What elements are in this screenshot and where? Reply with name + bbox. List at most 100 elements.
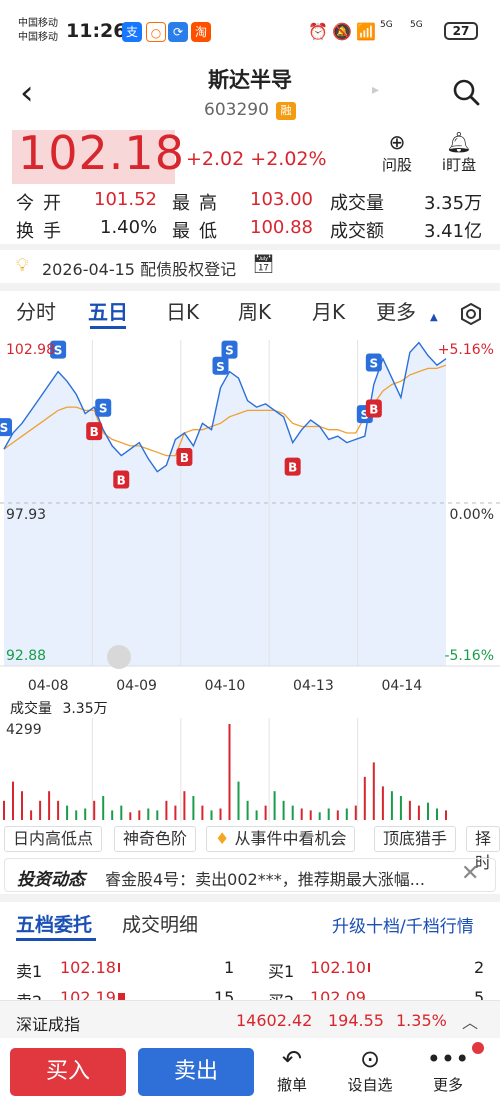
- signal-label: B: [117, 474, 126, 488]
- volume-chart: 4299: [3, 718, 447, 822]
- search-icon[interactable]: [452, 78, 480, 106]
- more-label: 更多: [432, 1076, 463, 1094]
- margin-badge: 融: [276, 102, 296, 120]
- y-tick-left: 92.88: [6, 648, 46, 664]
- volume-chart-label: 成交量: [10, 701, 52, 717]
- chip-timing[interactable]: 择时: [466, 826, 500, 872]
- upgrade-link[interactable]: 升级十档/千档行情: [332, 912, 474, 937]
- active-tab-indicator: [16, 938, 96, 941]
- wifi-icon: 📶: [356, 22, 376, 41]
- volume-bar: [264, 805, 267, 820]
- volume-bar: [291, 805, 294, 820]
- event-notice[interactable]: 💡︎ 2026-04-15 配债股权登记 📅︎: [0, 250, 500, 282]
- buy-signal: B: [86, 422, 103, 441]
- amount-value: 3.41亿: [424, 221, 483, 242]
- chip-event-opportunity[interactable]: ♦ 从事件中看机会: [206, 826, 356, 852]
- index-bar[interactable]: 深证成指 14602.42 194.55 1.35% ︿: [0, 1000, 500, 1038]
- volume-bar: [246, 800, 249, 820]
- chip-top-bottom[interactable]: 顶底猎手: [374, 826, 457, 852]
- low-label: 最低: [172, 221, 226, 242]
- chat-dots-icon: ⊙: [359, 1045, 381, 1073]
- tab-daily-k[interactable]: 日K: [166, 296, 199, 325]
- volume-bar: [48, 791, 51, 820]
- settings-icon[interactable]: [459, 302, 483, 326]
- volume-bar: [399, 796, 402, 820]
- volume-bar: [156, 810, 159, 820]
- tab-five-day[interactable]: 五日: [88, 296, 128, 325]
- close-icon[interactable]: ✕: [461, 861, 479, 886]
- volume-bar: [39, 800, 42, 820]
- sell-button[interactable]: 卖出: [138, 1048, 254, 1096]
- buy-button[interactable]: 买入: [10, 1048, 126, 1096]
- tab-weekly-k[interactable]: 周K: [238, 296, 271, 325]
- calendar-icon[interactable]: 📅︎: [252, 254, 275, 275]
- y-tick-left: 102.98: [6, 342, 55, 358]
- volume-bar: [255, 810, 258, 820]
- stock-code: 603290: [204, 100, 269, 120]
- robot-icon: ⊕: [388, 130, 406, 154]
- next-stock-icon[interactable]: ▸: [372, 82, 379, 98]
- buy1-label: 买1: [268, 962, 295, 981]
- volume-bar: [57, 800, 60, 820]
- turnover-value: 1.40%: [100, 217, 158, 238]
- y-tick-right: +5.16%: [438, 342, 494, 358]
- high-label: 最高: [172, 193, 226, 214]
- signal-label: S: [0, 421, 8, 435]
- add-watchlist-button[interactable]: ⊙ 设自选: [340, 1044, 400, 1095]
- chevron-up-icon[interactable]: ︿: [462, 1009, 478, 1033]
- volume-bar: [192, 796, 195, 820]
- signal-label: B: [90, 425, 99, 439]
- y-tick-right: -5.16%: [444, 648, 494, 664]
- news-ticker[interactable]: 投资动态 睿金股4号：卖出002***，推荐期最大涨幅... ✕: [4, 858, 496, 892]
- amount-label: 成交额: [330, 221, 384, 242]
- watch-button[interactable]: 🔔︎ i盯盘: [434, 130, 484, 175]
- carrier-1: 中国移动: [18, 18, 58, 29]
- low-value: 100.88: [250, 217, 313, 238]
- volume-bar: [282, 800, 285, 820]
- volume-bar: [219, 808, 222, 820]
- alipay-icon: 支: [122, 22, 142, 42]
- chip-color-scale[interactable]: 神奇色阶: [114, 826, 197, 852]
- buy1-bar: [368, 963, 370, 972]
- cancel-order-label: 撤单: [276, 1076, 307, 1094]
- alarm-icon: ⏰: [308, 22, 328, 41]
- volume-chart-value: 3.35万: [62, 701, 108, 717]
- network-label: 5G: [380, 20, 393, 30]
- buy1-price: 102.10: [310, 958, 366, 977]
- volume-bar: [390, 791, 393, 820]
- chip-intraday-high-low[interactable]: 日内高低点: [4, 826, 103, 852]
- signal-label: S: [225, 344, 234, 358]
- volume-bar: [228, 724, 231, 820]
- volume-bar: [201, 805, 204, 820]
- notification-dot: [472, 1042, 484, 1054]
- tab-intraday[interactable]: 分时: [16, 296, 56, 325]
- change-percent: +2.02%: [250, 148, 327, 170]
- chip-event-label: 从事件中看机会: [234, 829, 347, 848]
- news-text: 睿金股4号：卖出002***，推荐期最大涨幅...: [105, 870, 425, 889]
- tab-trade-detail[interactable]: 成交明细: [122, 910, 198, 937]
- cancel-order-button[interactable]: ↶ 撤单: [262, 1044, 322, 1095]
- change-value: +2.02: [186, 148, 245, 170]
- stock-name: 斯达半导: [208, 68, 292, 92]
- y-tick-left: 97.93: [6, 507, 46, 523]
- sell-signal: S: [95, 398, 112, 417]
- volume-bar: [120, 805, 123, 820]
- notice-text: 2026-04-15 配债股权登记: [42, 260, 237, 279]
- price-chart[interactable]: SSBSBBSSBSSB102.9897.9392.88+5.16%0.00%-…: [0, 336, 500, 696]
- more-button[interactable]: ••• 更多: [418, 1044, 478, 1095]
- signal-label: B: [369, 403, 378, 417]
- sell-signal: S: [212, 356, 229, 375]
- index-value: 14602.42: [236, 1011, 313, 1030]
- volume-bar: [21, 791, 23, 820]
- volume-bar: [318, 812, 321, 820]
- volume-bar: [237, 781, 240, 820]
- tab-order-book[interactable]: 五档委托: [16, 910, 92, 937]
- diamond-icon: ♦: [215, 829, 230, 848]
- ask-stock-button[interactable]: ⊕ 问股: [372, 130, 422, 175]
- tab-monthly-k[interactable]: 月K: [312, 296, 345, 325]
- volume-bar: [417, 805, 420, 820]
- volume-bar: [336, 810, 339, 820]
- volume-bar: [354, 805, 357, 820]
- volume-value: 3.35万: [424, 193, 483, 214]
- tab-more[interactable]: 更多: [376, 296, 416, 325]
